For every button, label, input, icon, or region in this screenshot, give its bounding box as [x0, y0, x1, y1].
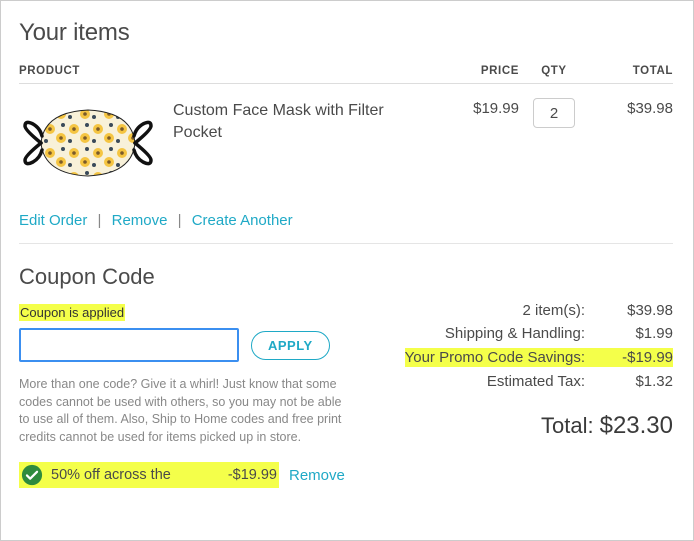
check-circle-icon: [21, 464, 43, 486]
coupon-applied-message: Coupon is applied: [19, 304, 125, 321]
create-another-link[interactable]: Create Another: [192, 212, 293, 229]
summary-tax-value: $1.32: [603, 373, 673, 390]
applied-coupon-row: 50% off across the -$19.99 Remove: [19, 462, 359, 488]
order-summary: 2 item(s): $39.98 Shipping & Handling: $…: [383, 264, 673, 488]
divider: [19, 243, 673, 244]
header-qty: QTY: [519, 65, 589, 77]
product-cell: Custom Face Mask with Filter Pocket: [19, 98, 449, 188]
applied-coupon-highlight: 50% off across the -$19.99: [19, 462, 279, 488]
summary-items-label: 2 item(s):: [522, 302, 585, 319]
summary-shipping-row: Shipping & Handling: $1.99: [383, 325, 673, 342]
coupon-code-input[interactable]: [19, 328, 239, 362]
page-title: Your items: [19, 19, 673, 47]
summary-tax-label: Estimated Tax:: [487, 373, 585, 390]
summary-promo-value: -$19.99: [603, 349, 673, 366]
applied-coupon-amount: -$19.99: [228, 467, 277, 483]
product-image: [19, 98, 157, 188]
summary-items-value: $39.98: [603, 302, 673, 319]
coupon-help-text: More than one code? Give it a whirl! Jus…: [19, 376, 349, 446]
grand-total-value: $23.30: [600, 412, 673, 440]
qty-input[interactable]: [533, 98, 575, 128]
summary-shipping-value: $1.99: [603, 325, 673, 342]
header-price: PRICE: [449, 65, 519, 77]
separator: |: [98, 212, 102, 229]
grand-total-row: Total: $23.30: [383, 412, 673, 440]
qty-cell: [519, 98, 589, 188]
grand-total-label: Total:: [541, 413, 594, 439]
summary-items-row: 2 item(s): $39.98: [383, 302, 673, 319]
coupon-title: Coupon Code: [19, 264, 359, 290]
header-product: PRODUCT: [19, 65, 449, 77]
cart-panel: Your items PRODUCT PRICE QTY TOTAL: [0, 0, 694, 541]
apply-button[interactable]: APPLY: [251, 331, 330, 360]
lower-section: Coupon Code Coupon is applied APPLY More…: [19, 264, 673, 488]
header-total: TOTAL: [589, 65, 673, 77]
remove-item-link[interactable]: Remove: [112, 212, 168, 229]
coupon-section: Coupon Code Coupon is applied APPLY More…: [19, 264, 359, 488]
summary-tax-row: Estimated Tax: $1.32: [383, 373, 673, 390]
item-total: $39.98: [589, 98, 673, 188]
remove-coupon-link[interactable]: Remove: [289, 467, 345, 484]
product-name: Custom Face Mask with Filter Pocket: [173, 98, 393, 188]
separator: |: [178, 212, 182, 229]
item-price: $19.99: [449, 98, 519, 188]
summary-promo-label: Your Promo Code Savings:: [405, 349, 585, 366]
applied-coupon-name: 50% off across the: [51, 467, 220, 483]
summary-promo-row: Your Promo Code Savings: -$19.99: [405, 348, 673, 367]
summary-shipping-label: Shipping & Handling:: [445, 325, 585, 342]
edit-order-link[interactable]: Edit Order: [19, 212, 87, 229]
item-actions: Edit Order | Remove | Create Another: [19, 206, 673, 243]
coupon-input-row: APPLY: [19, 328, 359, 362]
cart-item-row: Custom Face Mask with Filter Pocket $19.…: [19, 84, 673, 206]
table-header: PRODUCT PRICE QTY TOTAL: [19, 65, 673, 84]
